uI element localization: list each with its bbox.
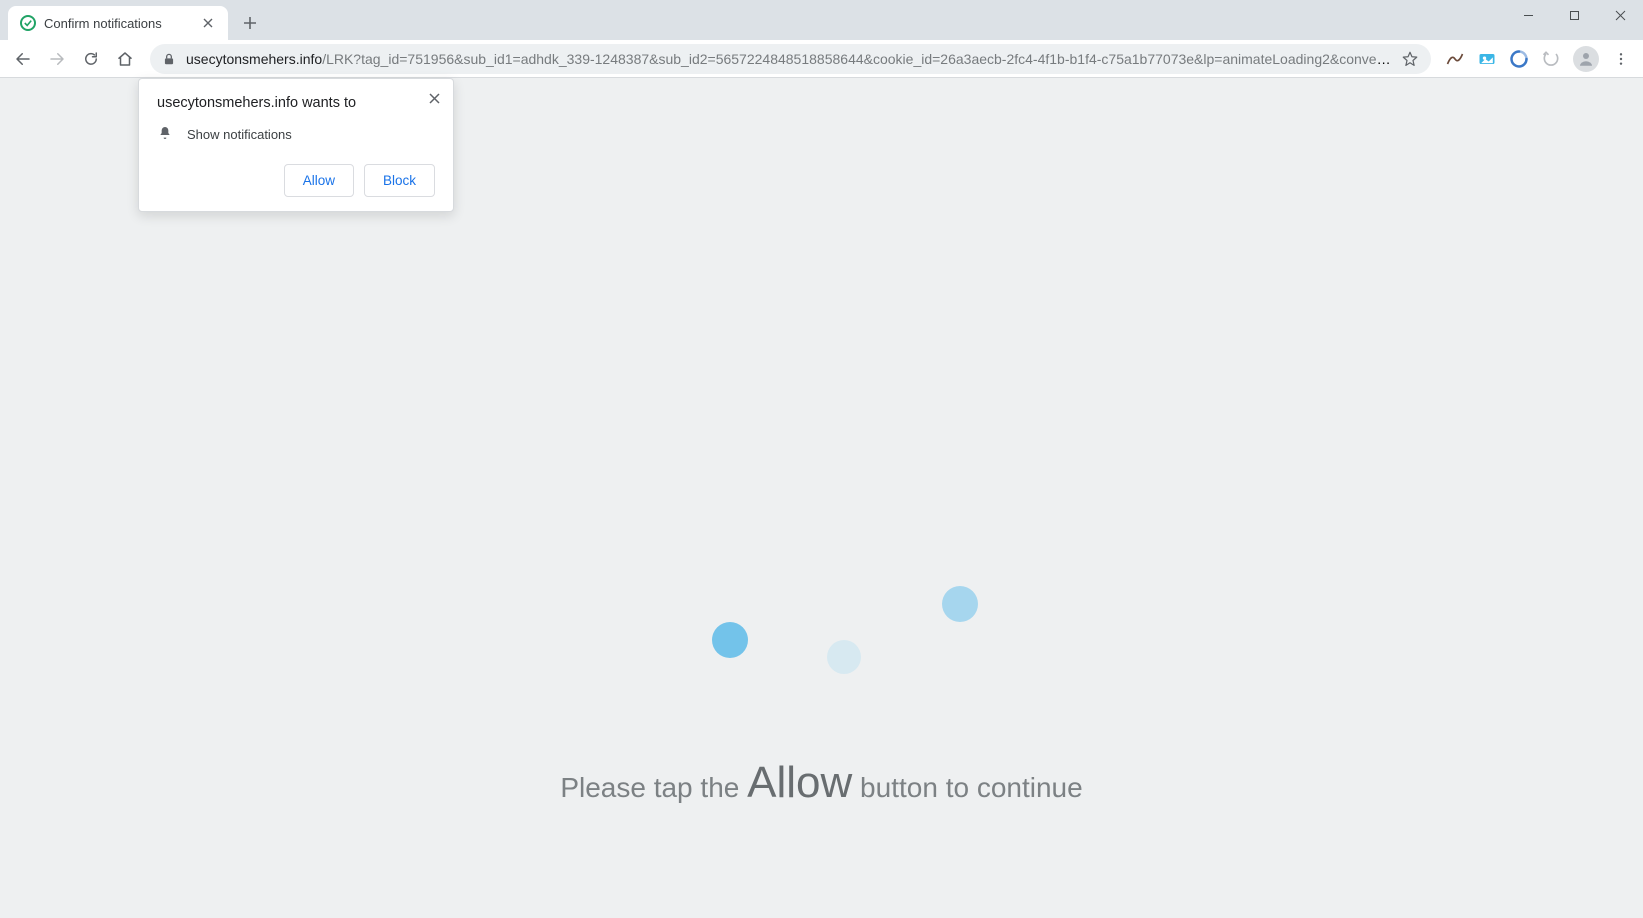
instruction-suffix: button to continue xyxy=(852,772,1082,803)
loader-ball-icon xyxy=(827,640,861,674)
window-close-button[interactable] xyxy=(1597,0,1643,30)
menu-button[interactable] xyxy=(1607,45,1635,73)
maximize-button[interactable] xyxy=(1551,0,1597,30)
popup-permission-row: Show notifications xyxy=(157,125,435,144)
url-text: usecytonsmehers.info/LRK?tag_id=751956&s… xyxy=(186,51,1391,67)
url-domain: usecytonsmehers.info xyxy=(186,51,322,67)
profile-avatar[interactable] xyxy=(1573,46,1599,72)
instruction-allow-word: Allow xyxy=(747,758,852,807)
home-button[interactable] xyxy=(110,44,140,74)
tab-bar: Confirm notifications xyxy=(0,0,1643,40)
extension-icon-1[interactable] xyxy=(1441,45,1469,73)
popup-buttons: Allow Block xyxy=(157,164,435,197)
tab-favicon-check-icon xyxy=(20,15,36,31)
popup-close-icon[interactable] xyxy=(425,89,443,107)
window-controls xyxy=(1505,0,1643,30)
extension-icon-2[interactable] xyxy=(1473,45,1501,73)
tab-close-icon[interactable] xyxy=(200,15,216,31)
loader-ball-icon xyxy=(712,622,748,658)
lock-icon xyxy=(162,52,176,66)
back-button[interactable] xyxy=(8,44,38,74)
extension-icon-4[interactable] xyxy=(1537,45,1565,73)
browser-tab[interactable]: Confirm notifications xyxy=(8,6,228,40)
bookmark-star-icon[interactable] xyxy=(1401,50,1419,68)
bell-icon xyxy=(157,125,173,144)
tab-title: Confirm notifications xyxy=(44,16,192,31)
notification-permission-popup: usecytonsmehers.info wants to Show notif… xyxy=(138,78,454,212)
minimize-button[interactable] xyxy=(1505,0,1551,30)
forward-button[interactable] xyxy=(42,44,72,74)
instruction-prefix: Please tap the xyxy=(560,772,747,803)
url-path: /LRK?tag_id=751956&sub_id1=adhdk_339-124… xyxy=(322,51,1391,67)
popup-title: usecytonsmehers.info wants to xyxy=(157,95,435,111)
allow-button[interactable]: Allow xyxy=(284,164,354,197)
extension-icon-3[interactable] xyxy=(1505,45,1533,73)
loading-animation xyxy=(672,558,972,678)
reload-button[interactable] xyxy=(76,44,106,74)
loader-ball-icon xyxy=(942,586,978,622)
popup-permission-label: Show notifications xyxy=(187,127,292,142)
new-tab-button[interactable] xyxy=(236,9,264,37)
block-button[interactable]: Block xyxy=(364,164,435,197)
toolbar: usecytonsmehers.info/LRK?tag_id=751956&s… xyxy=(0,40,1643,78)
instruction-text: Please tap the Allow button to continue xyxy=(0,758,1643,808)
address-bar[interactable]: usecytonsmehers.info/LRK?tag_id=751956&s… xyxy=(150,44,1431,74)
